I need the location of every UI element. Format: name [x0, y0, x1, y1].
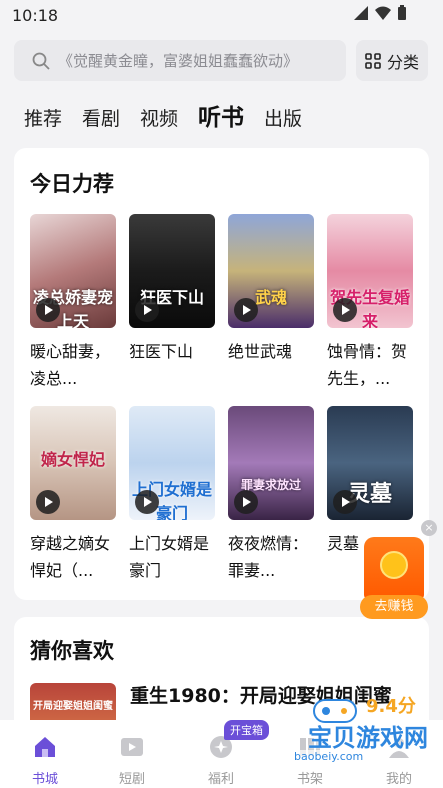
book-cover[interactable]: 凌总娇妻宠上天: [30, 214, 116, 328]
cover-title: 开局迎娶姐姐闺蜜: [33, 701, 113, 712]
nav-label: 书城: [31, 772, 58, 787]
signal-icon: [354, 6, 368, 20]
tab-recommend[interactable]: 推荐: [24, 104, 62, 131]
earn-money-button[interactable]: 去赚钱: [360, 595, 428, 619]
book-cover[interactable]: 狂医下山: [129, 214, 215, 328]
play-icon[interactable]: [36, 490, 60, 514]
book-item[interactable]: 嫡女悍妃 穿越之嫡女悍妃（...: [30, 406, 116, 584]
book-title[interactable]: 狂医下山: [129, 338, 215, 392]
nav-label: 福利: [207, 772, 234, 787]
book-cover[interactable]: 武魂: [228, 214, 314, 328]
book-title[interactable]: 蚀骨情：贺先生，...: [327, 338, 413, 392]
play-icon[interactable]: [333, 490, 357, 514]
coin-icon: [380, 551, 408, 579]
book-item[interactable]: 狂医下山 狂医下山: [129, 214, 215, 392]
play-icon[interactable]: [135, 490, 159, 514]
grid-icon: [365, 52, 381, 69]
today-picks-section: 今日力荐 凌总娇妻宠上天 暖心甜妻，凌总... 狂医下山 狂医下山 武魂 绝世武…: [14, 148, 429, 600]
book-title[interactable]: 夜夜燃情：罪妻...: [228, 530, 314, 584]
watermark-name: 宝贝游戏网: [308, 724, 428, 752]
top-tabs: 推荐 看剧 视频 听书 出版: [24, 98, 302, 132]
nav-label: 我的: [385, 772, 412, 787]
section-title: 今日力荐: [30, 172, 114, 196]
status-time: 10:18: [12, 6, 59, 25]
book-cover[interactable]: 贺先生复婚来: [327, 214, 413, 328]
book-item[interactable]: 凌总娇妻宠上天 暖心甜妻，凌总...: [30, 214, 116, 392]
category-button[interactable]: 分类: [356, 40, 428, 81]
book-cover[interactable]: 嫡女悍妃: [30, 406, 116, 520]
play-icon[interactable]: [234, 298, 258, 322]
play-icon[interactable]: [234, 490, 258, 514]
book-title[interactable]: 穿越之嫡女悍妃（...: [30, 530, 116, 584]
close-icon[interactable]: ×: [421, 520, 437, 536]
play-icon[interactable]: [36, 298, 60, 322]
book-item[interactable]: 罪妻求放过 夜夜燃情：罪妻...: [228, 406, 314, 584]
battery-icon: [398, 5, 406, 20]
book-item[interactable]: 武魂 绝世武魂: [228, 214, 314, 392]
tab-video[interactable]: 视频: [140, 104, 178, 131]
section-title: 猜你喜欢: [30, 639, 114, 663]
book-cover[interactable]: 罪妻求放过: [228, 406, 314, 520]
nav-label: 书架: [296, 772, 323, 787]
book-cover[interactable]: 上门女婿是豪门: [129, 406, 215, 520]
watermark-url: baobeiy.com: [294, 750, 364, 763]
book-cover[interactable]: 灵墓: [327, 406, 413, 520]
watermark-score: 9.4分: [366, 696, 416, 717]
play-icon[interactable]: [333, 298, 357, 322]
treasure-chest-badge[interactable]: 开宝箱: [224, 720, 269, 740]
book-title[interactable]: 绝世武魂: [228, 338, 314, 392]
search-placeholder: 《觉醒黄金瞳，富婆姐姐蠢蠢欲动》: [58, 52, 299, 70]
cover-title: 嫡女悍妃: [40, 450, 105, 469]
wifi-icon: [375, 6, 391, 20]
play-icon: [121, 738, 143, 756]
nav-short-drama[interactable]: 短剧: [102, 734, 162, 787]
book-title[interactable]: 暖心甜妻，凌总...: [30, 338, 116, 392]
home-icon: [35, 737, 55, 757]
earn-money-widget[interactable]: 去赚钱 ×: [360, 520, 437, 619]
tab-drama[interactable]: 看剧: [82, 104, 120, 131]
watermark: 9.4分 宝贝游戏网 baobeiy.com: [290, 688, 440, 768]
status-bar: 10:18: [0, 0, 443, 32]
search-icon: [32, 52, 50, 70]
tab-audiobook[interactable]: 听书: [198, 98, 244, 132]
book-item[interactable]: 上门女婿是豪门 上门女婿是豪门: [129, 406, 215, 584]
nav-bookstore[interactable]: 书城: [15, 734, 75, 787]
book-title[interactable]: 上门女婿是豪门: [129, 530, 215, 584]
nav-label: 短剧: [118, 772, 145, 787]
play-icon[interactable]: [135, 298, 159, 322]
book-item[interactable]: 贺先生复婚来 蚀骨情：贺先生，...: [327, 214, 413, 392]
search-bar[interactable]: 《觉醒黄金瞳，富婆姐姐蠢蠢欲动》: [14, 40, 346, 81]
tab-publish[interactable]: 出版: [264, 104, 302, 131]
nav-welfare[interactable]: 福利: [191, 734, 251, 787]
category-label: 分类: [386, 52, 419, 72]
status-icons: [353, 5, 407, 21]
